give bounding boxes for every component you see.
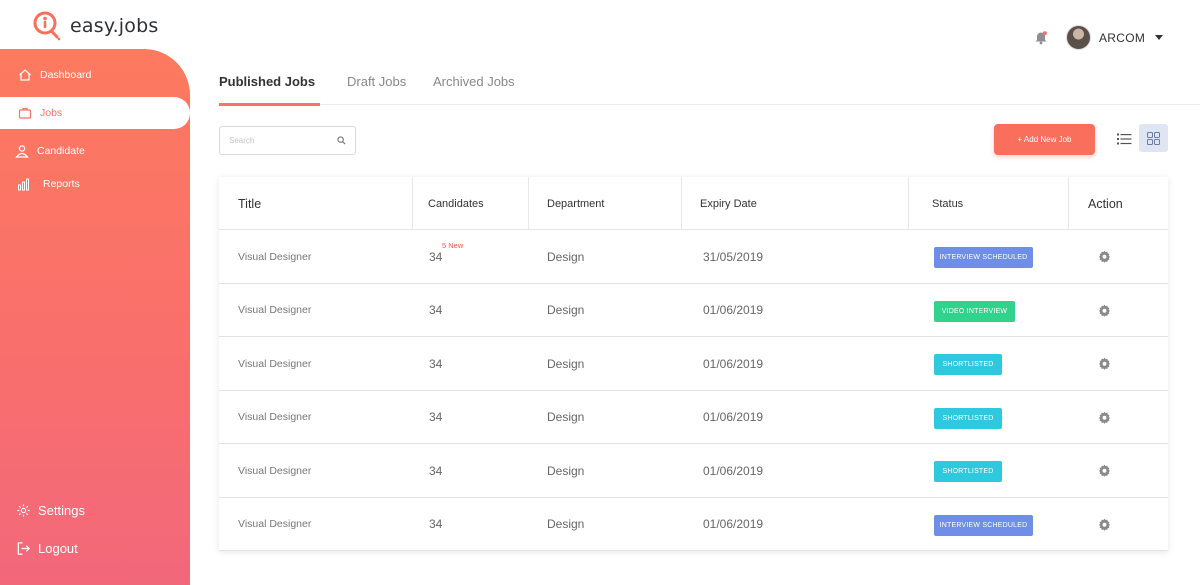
gear-icon[interactable]: [1098, 304, 1111, 317]
status-badge: SHORTLISTED: [934, 354, 1002, 375]
job-title[interactable]: Visual Designer: [238, 284, 311, 337]
candidate-count[interactable]: 34: [429, 337, 442, 390]
add-new-job-button[interactable]: + Add New Job: [994, 124, 1095, 155]
tab-archived-jobs[interactable]: Archived Jobs: [433, 74, 515, 89]
gear-icon[interactable]: [1098, 250, 1111, 263]
department: Design: [547, 410, 585, 424]
column-divider: [908, 177, 909, 230]
expiry-date: 01/06/2019: [703, 410, 764, 424]
sidebar-item-logout[interactable]: Logout: [14, 539, 78, 557]
sidebar-item-dashboard[interactable]: Dashboard: [16, 66, 91, 84]
department: Design: [547, 249, 585, 264]
logout-icon: [14, 539, 32, 557]
new-candidates-badge: 5 New: [442, 241, 464, 250]
status-badge: INTERVIEW SCHEDULED: [934, 247, 1033, 268]
list-view-button[interactable]: [1113, 128, 1135, 150]
user-name: ARCOM: [1099, 30, 1146, 45]
status-badge: INTERVIEW SCHEDULED: [934, 514, 1033, 536]
bar-chart-icon: [15, 175, 33, 193]
sidebar-item-label: Candidate: [37, 145, 85, 157]
table-row[interactable]: Visual Designer 34 Design 01/06/2019 INTERVI…: [219, 498, 1168, 551]
list-view-icon: [1116, 133, 1131, 145]
job-title[interactable]: Visual Designer: [238, 444, 311, 497]
column-header-candidates[interactable]: Candidates: [428, 177, 484, 230]
gear-icon[interactable]: [1098, 411, 1111, 424]
column-header-expiry-date[interactable]: Expiry Date: [700, 177, 757, 230]
user-icon: [13, 142, 31, 160]
column-divider: [412, 177, 413, 230]
column-divider: [1068, 177, 1069, 230]
column-divider: [528, 177, 529, 230]
candidate-count[interactable]: 34: [429, 230, 442, 283]
gear-icon: [14, 501, 32, 519]
gear-icon[interactable]: [1098, 518, 1111, 531]
expiry-date: 01/06/2019: [703, 517, 764, 531]
sidebar-item-label: Dashboard: [40, 69, 92, 81]
notification-button[interactable]: [1034, 30, 1048, 50]
candidate-count[interactable]: 34: [429, 284, 442, 337]
table-row[interactable]: Visual Designer 34 Design 01/06/2019 SHORTLI…: [219, 391, 1168, 444]
search-icon[interactable]: [337, 136, 346, 145]
candidate-count[interactable]: 34: [429, 391, 442, 444]
table-row[interactable]: Visual Designer 34 5 New Design 31/05/2019 IN…: [219, 230, 1168, 284]
column-header-department[interactable]: Department: [547, 177, 604, 230]
brand-logo[interactable]: easy.jobs: [32, 10, 158, 42]
sidebar-item-label: Settings: [38, 502, 85, 518]
sidebar-item-candidate[interactable]: Candidate: [13, 142, 85, 160]
search-box: [219, 126, 356, 155]
sidebar-item-label: Reports: [43, 178, 80, 190]
table-row[interactable]: Visual Designer 34 Design 01/06/2019 SHORTLI…: [219, 337, 1168, 391]
gear-icon[interactable]: [1098, 357, 1111, 370]
chevron-down-icon: [1155, 35, 1164, 40]
department: Design: [547, 463, 585, 478]
expiry-date: 01/06/2019: [703, 356, 764, 371]
expiry-date: 01/06/2019: [703, 303, 764, 317]
department: Design: [547, 517, 585, 531]
job-title[interactable]: Visual Designer: [238, 337, 311, 390]
sidebar-item-label: Jobs: [40, 107, 63, 119]
sidebar-item-reports[interactable]: Reports: [15, 175, 80, 193]
table-header: Title Candidates Department Expiry Date …: [219, 177, 1168, 230]
column-divider: [681, 177, 682, 230]
job-tabs: Published Jobs Draft Jobs Archived Jobs: [219, 74, 1200, 106]
sidebar-item-settings[interactable]: Settings: [14, 501, 85, 519]
expiry-date: 31/05/2019: [703, 249, 764, 264]
tab-published-jobs[interactable]: Published Jobs: [219, 74, 315, 89]
status-badge: VIDEO INTERVIEW: [934, 300, 1015, 322]
job-title[interactable]: Visual Designer: [238, 230, 311, 283]
briefcase-icon: [16, 104, 34, 122]
status-badge: SHORTLISTED: [934, 461, 1002, 482]
active-tab-indicator: [219, 103, 320, 106]
easy-jobs-logo-icon: [33, 11, 61, 41]
job-title[interactable]: Visual Designer: [238, 391, 311, 444]
column-header-action: Action: [1088, 196, 1123, 211]
home-icon: [16, 66, 34, 84]
candidate-count[interactable]: 34: [429, 444, 442, 497]
job-title[interactable]: Visual Designer: [238, 498, 311, 551]
grid-view-icon: [1147, 131, 1160, 145]
sidebar-item-jobs[interactable]: Jobs: [0, 97, 190, 129]
brand-name: easy.jobs: [70, 15, 159, 37]
tab-draft-jobs[interactable]: Draft Jobs: [347, 74, 406, 89]
column-header-status[interactable]: Status: [932, 177, 963, 230]
gear-icon[interactable]: [1098, 464, 1111, 477]
grid-view-button[interactable]: [1139, 124, 1168, 152]
search-input[interactable]: [220, 127, 330, 154]
department: Design: [547, 303, 585, 317]
avatar: [1066, 25, 1091, 50]
status-badge: SHORTLISTED: [934, 407, 1002, 429]
table-row[interactable]: Visual Designer 34 Design 01/06/2019 VIDEO I…: [219, 284, 1168, 337]
bell-icon: [1035, 31, 1047, 45]
table-body: Visual Designer 34 5 New Design 31/05/2019 IN…: [219, 230, 1168, 551]
sidebar: Dashboard Jobs Candidate Reports Setting…: [0, 49, 190, 585]
expiry-date: 01/06/2019: [703, 463, 764, 478]
column-header-title[interactable]: Title: [238, 177, 261, 230]
sidebar-item-label: Logout: [38, 540, 78, 556]
department: Design: [547, 356, 585, 371]
table-row[interactable]: Visual Designer 34 Design 01/06/2019 SHORTLI…: [219, 444, 1168, 498]
jobs-table: Title Candidates Department Expiry Date …: [219, 177, 1168, 551]
user-menu[interactable]: ARCOM: [1066, 25, 1164, 50]
candidate-count[interactable]: 34: [429, 498, 442, 551]
